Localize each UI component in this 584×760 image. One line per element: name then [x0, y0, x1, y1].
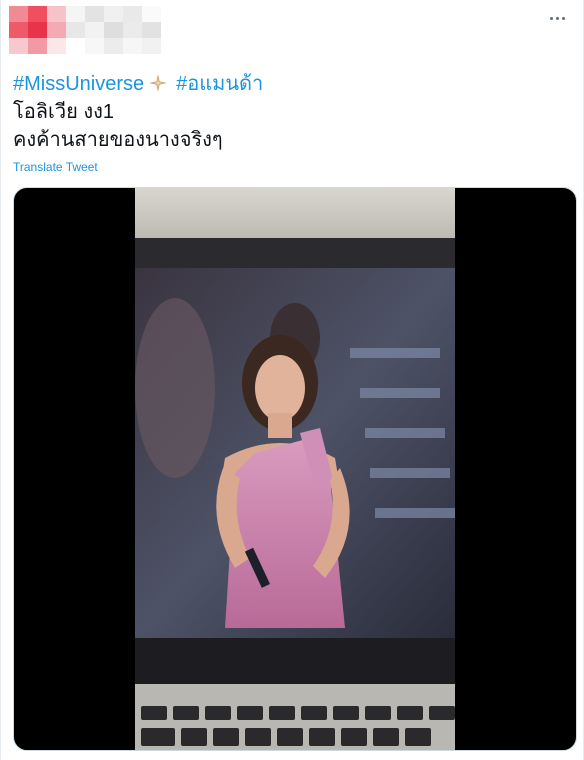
tweet-text: #MissUniverse #อแมนด้า โอลิเวีย งง1 คงค้…	[13, 70, 569, 154]
sparkle-emoji-icon	[149, 74, 168, 92]
tweet-media-video[interactable]	[13, 187, 577, 751]
tweet-line-2: โอลิเวีย งง1	[13, 101, 115, 123]
video-frame[interactable]	[135, 188, 455, 751]
hashtag-amanda[interactable]: #อแมนด้า	[176, 73, 263, 95]
translate-tweet-link[interactable]: Translate Tweet	[13, 160, 98, 174]
tweet-line-hashtags: #MissUniverse #อแมนด้า	[13, 70, 569, 98]
tweet-line-3: คงค้านสายของนางจริงๆ	[13, 129, 223, 151]
more-horizontal-icon	[549, 16, 553, 20]
more-options-button[interactable]	[545, 10, 569, 26]
hashtag-missuniverse[interactable]: #MissUniverse	[13, 73, 144, 95]
author-avatar-pixelated[interactable]	[9, 6, 161, 54]
tweet-card[interactable]: #MissUniverse #อแมนด้า โอลิเวีย งง1 คงค้…	[0, 0, 584, 760]
